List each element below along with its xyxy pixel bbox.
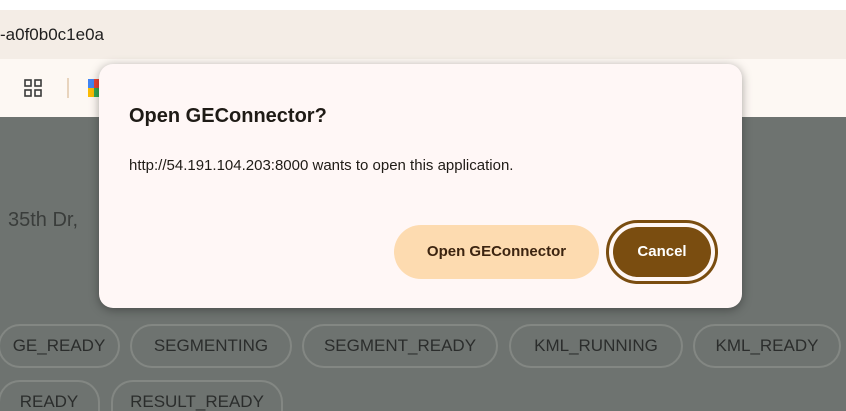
open-geconnector-button[interactable]: Open GEConnector: [394, 225, 599, 279]
status-chip-segmenting[interactable]: SEGMENTING: [130, 324, 292, 368]
status-chip-result-ready[interactable]: RESULT_READY: [111, 380, 283, 411]
cancel-button[interactable]: Cancel: [613, 227, 711, 277]
open-app-dialog: Open GEConnector? http://54.191.104.203:…: [99, 64, 742, 308]
tab-strip: [0, 0, 846, 10]
status-chip-ge-ready[interactable]: GE_READY: [0, 324, 120, 368]
address-text: -a0f0b0c1e0a: [0, 25, 104, 44]
address-bar[interactable]: -a0f0b0c1e0a: [0, 10, 846, 59]
status-chip-ready[interactable]: READY: [0, 380, 100, 411]
browser-window: -a0f0b0c1e0a 35th Dr, GE_READY SEGMENTIN…: [0, 0, 846, 411]
page-address-text: 35th Dr,: [8, 209, 79, 231]
apps-grid-icon[interactable]: [24, 79, 42, 97]
dialog-title: Open GEConnector?: [129, 105, 327, 127]
status-chip-segment-ready[interactable]: SEGMENT_READY: [302, 324, 498, 368]
dialog-message: http://54.191.104.203:8000 wants to open…: [129, 157, 514, 174]
status-chip-kml-running[interactable]: KML_RUNNING: [509, 324, 683, 368]
status-chip-kml-ready[interactable]: KML_READY: [693, 324, 841, 368]
bookmarks-divider: [67, 78, 69, 98]
